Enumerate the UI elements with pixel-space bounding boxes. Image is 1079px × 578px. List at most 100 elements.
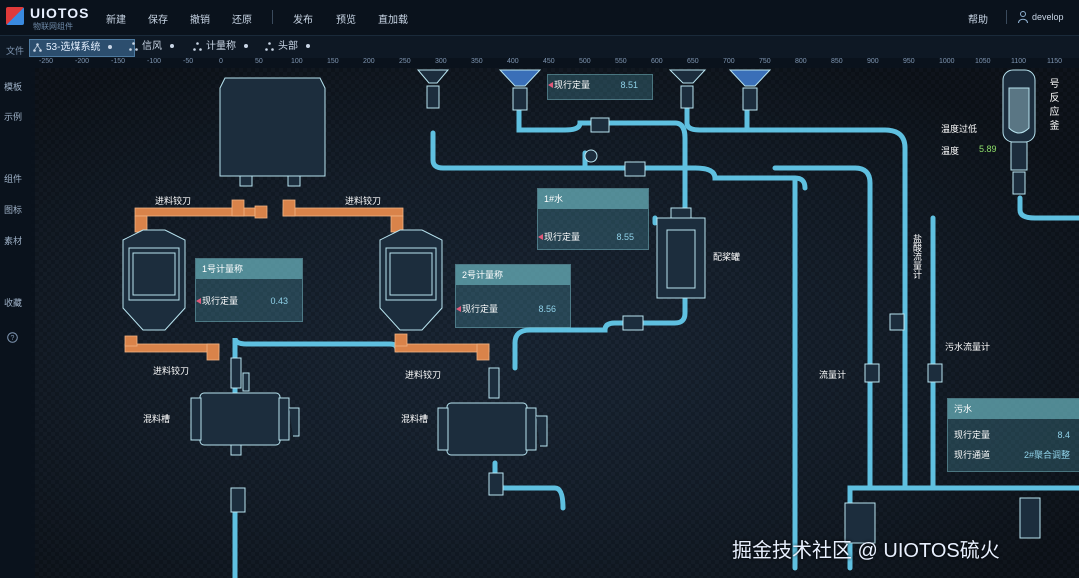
- panel-value: 2#聚合调整: [1023, 450, 1070, 460]
- left-sidebar: 模板 示例 组件 图标 素材 收藏 ?: [0, 58, 26, 578]
- valve[interactable]: [230, 487, 246, 513]
- valve[interactable]: [1012, 171, 1026, 195]
- tab-close-icon[interactable]: [108, 45, 113, 50]
- valve[interactable]: [590, 117, 610, 133]
- app-logo: UIOTOS: [30, 5, 90, 21]
- ruler-tick-label: 600: [651, 58, 663, 65]
- diagram-icon: [33, 43, 42, 52]
- weigh-hopper-1[interactable]: [122, 229, 186, 331]
- tab-close-icon[interactable]: [170, 44, 174, 49]
- flow-meter[interactable]: [927, 363, 943, 383]
- diagram-canvas[interactable]: 进料铰刀 进料铰刀 进料铰刀 进料铰刀 混料槽 混料槽 配桨罐 盐酸流量计 流量…: [35, 68, 1079, 578]
- sidebar-item-icons[interactable]: 图标: [4, 203, 22, 216]
- tab-bar: 文件 53-选煤系统 信风 计量称 头部: [0, 36, 1079, 58]
- menu-reload[interactable]: 直加载: [378, 11, 408, 26]
- ruler-tick-label: 350: [471, 58, 483, 65]
- ruler-tick-label: 650: [687, 58, 699, 65]
- ruler-tick-label: 550: [615, 58, 627, 65]
- ruler-tick-label: 0: [219, 58, 223, 65]
- menu-help[interactable]: 帮助: [968, 11, 988, 26]
- ruler-tick-label: 500: [579, 58, 591, 65]
- gauge[interactable]: [584, 149, 598, 163]
- sidebar-item-favorites[interactable]: 收藏: [4, 296, 22, 309]
- valve[interactable]: [889, 313, 905, 331]
- menu-preview[interactable]: 预览: [336, 11, 356, 26]
- feed-knife: [231, 199, 245, 217]
- panel-row-label: 现行定量: [202, 296, 239, 306]
- user-name[interactable]: develop: [1032, 12, 1064, 22]
- tank-end: [437, 407, 449, 451]
- ruler-tick-label: 150: [327, 58, 339, 65]
- tank-outlet: [230, 444, 242, 456]
- arrow-left-icon: [538, 234, 543, 240]
- valve[interactable]: [624, 161, 646, 177]
- temp-value: 5.89: [979, 144, 997, 154]
- sewage-panel[interactable]: 污水 现行定量 8.4 现行通道 2#聚合调整: [947, 398, 1079, 472]
- svg-text:?: ?: [11, 335, 15, 342]
- scale-panel-1[interactable]: 1号计量称 现行定量 0.43: [195, 258, 303, 322]
- feed-knife[interactable]: [124, 343, 220, 353]
- ruler-tick-label: 250: [399, 58, 411, 65]
- arrow-left-icon: [548, 82, 553, 88]
- arrow-left-icon: [196, 298, 201, 304]
- sidebar-item-components[interactable]: 组件: [4, 172, 22, 185]
- silo-outlet: [239, 175, 253, 187]
- tank-top: [670, 207, 692, 219]
- hopper-body: [379, 229, 443, 331]
- label-mix-tank: 混料槽: [143, 414, 171, 424]
- valve[interactable]: [488, 472, 504, 496]
- label-feed-knife: 进料铰刀: [345, 196, 382, 206]
- menu-save[interactable]: 保存: [148, 11, 168, 26]
- sidebar-item-examples[interactable]: 示例: [4, 110, 22, 123]
- quota-panel[interactable]: 现行定量 8.51: [547, 74, 653, 100]
- panel-row-label: 现行通道: [954, 450, 991, 460]
- tab-header[interactable]: 头部: [262, 39, 310, 55]
- label-blend-tank: 配桨罐: [713, 252, 741, 262]
- feed-knife[interactable]: [394, 343, 490, 353]
- valve[interactable]: [622, 315, 644, 331]
- storage-silo[interactable]: [219, 77, 326, 187]
- feed-knife: [124, 335, 138, 347]
- ruler-tick-label: 100: [291, 58, 303, 65]
- label-reactor: 号反应釜: [1047, 78, 1058, 134]
- menu-undo[interactable]: 撤销: [190, 11, 210, 26]
- file-menu[interactable]: 文件: [6, 44, 24, 57]
- funnel-valve: [512, 87, 528, 111]
- water-panel[interactable]: 1#水 现行定量 8.55: [537, 188, 649, 250]
- ruler-tick-label: 850: [831, 58, 843, 65]
- panel-row-label: 现行定量: [544, 232, 581, 242]
- menu-new[interactable]: 新建: [106, 11, 126, 26]
- silo-body: [219, 77, 326, 177]
- help-icon[interactable]: ?: [7, 332, 18, 343]
- tab-coal-system[interactable]: 53-选煤系统: [29, 39, 135, 57]
- panel-row: 现行定量 8.56: [456, 299, 570, 319]
- tab-scale[interactable]: 计量称: [190, 39, 248, 55]
- tab-close-icon[interactable]: [244, 44, 248, 49]
- menu-divider: [1006, 10, 1007, 24]
- tab-signal[interactable]: 信风: [126, 39, 174, 55]
- panel-row-label: 现行定量: [954, 430, 991, 440]
- label-feed-knife: 进料铰刀: [153, 366, 190, 376]
- label-mix-tank: 混料槽: [401, 414, 429, 424]
- tank-inlet: [242, 372, 250, 392]
- scale-panel-2[interactable]: 2号计量称 现行定量 8.56: [455, 264, 571, 328]
- label-flow-meter: 流量计: [819, 370, 847, 380]
- sidebar-item-templates[interactable]: 模板: [4, 80, 22, 93]
- user-icon[interactable]: [1018, 11, 1028, 23]
- panel-row: 现行定量 8.4: [948, 425, 1079, 445]
- sidebar-item-assets[interactable]: 素材: [4, 234, 22, 247]
- menu-redo[interactable]: 还原: [232, 11, 252, 26]
- tab-close-icon[interactable]: [306, 44, 310, 49]
- funnel-valve: [680, 85, 694, 109]
- label-acid-meter: 盐酸流量计: [912, 234, 922, 279]
- blend-tank[interactable]: [656, 207, 706, 299]
- tank-inlet: [230, 357, 242, 389]
- ruler-tick-label: -200: [75, 58, 90, 65]
- watermark: 掘金技术社区 @ UIOTOS硫火: [732, 540, 1000, 562]
- feed-knife[interactable]: [282, 207, 404, 217]
- menu-publish[interactable]: 发布: [293, 11, 313, 26]
- tab-label: 53-选煤系统: [46, 42, 101, 53]
- flow-meter[interactable]: [864, 363, 880, 383]
- arrow-left-icon: [456, 306, 461, 312]
- weigh-hopper-2[interactable]: [379, 229, 443, 331]
